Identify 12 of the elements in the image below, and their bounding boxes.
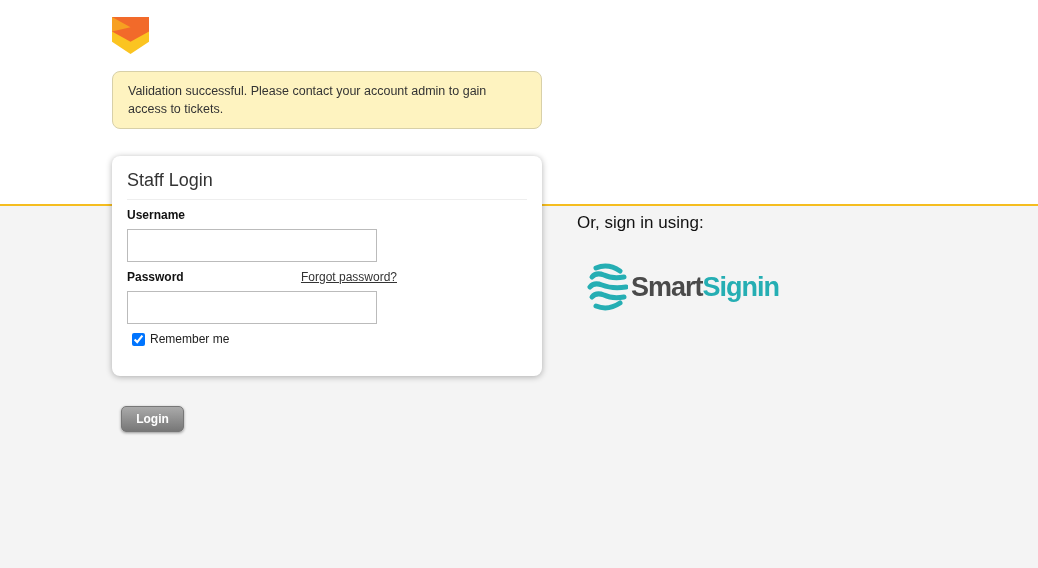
checkbox-label: Remember me: [150, 332, 230, 346]
waves-icon: [586, 263, 628, 311]
remember-checkbox[interactable]: [132, 332, 145, 346]
forgot-password-link[interactable]: Forgot password?: [300, 270, 397, 284]
alert-message: Validation successful. Please contact your account admin to gain access to tickets.: [112, 71, 542, 129]
field-label: Username: [127, 208, 186, 222]
card-title: Staff Login: [127, 170, 527, 200]
username-field[interactable]: [127, 229, 377, 262]
sign-in-heading: Or, sign in using:: [577, 213, 705, 233]
field-label: Password: [127, 270, 184, 284]
password-field[interactable]: [127, 291, 377, 324]
smartsignin-button[interactable]: SmartSignin: [586, 263, 780, 311]
